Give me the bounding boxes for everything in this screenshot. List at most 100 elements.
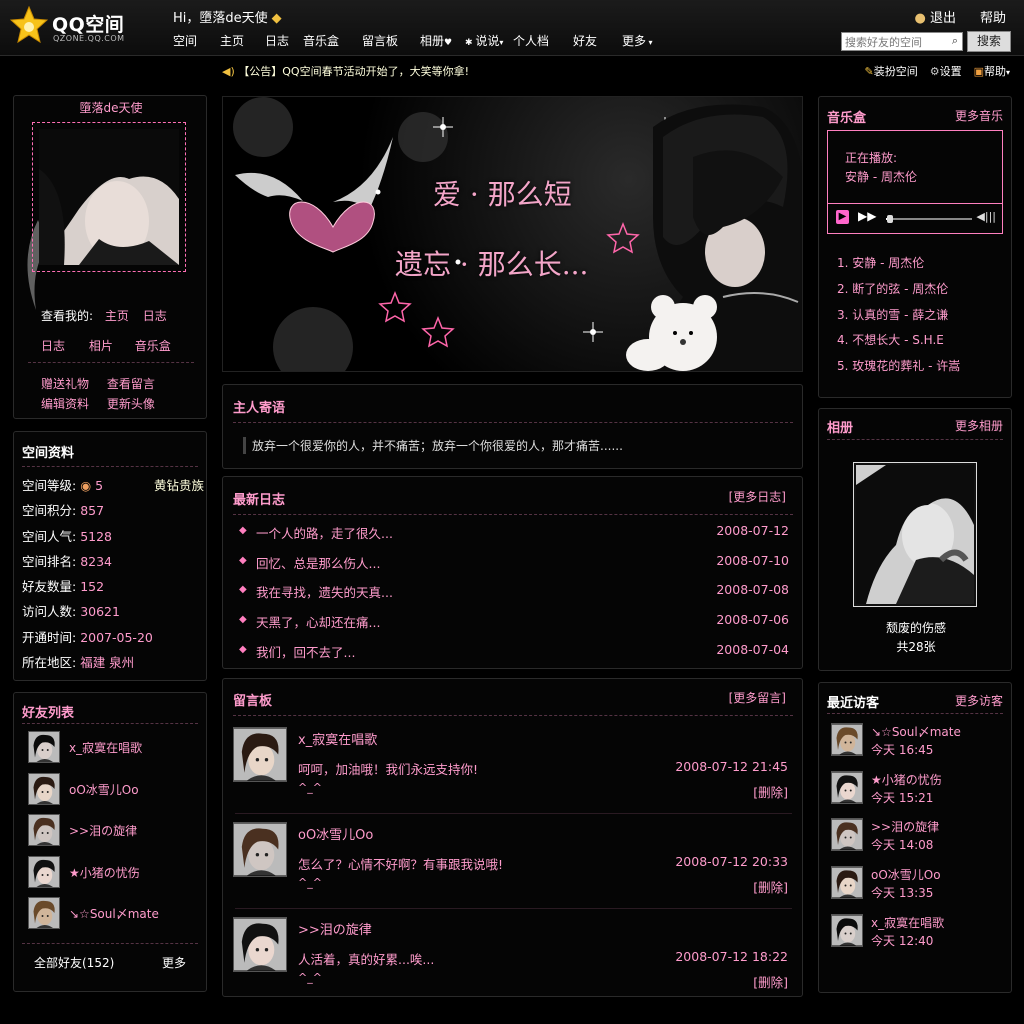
info-value: 5 [95, 478, 104, 493]
delete-button[interactable]: [删除] [753, 877, 788, 896]
visitor-item[interactable]: >>泪の旋律 今天 14:08 [831, 818, 1011, 866]
progress-knob[interactable] [887, 215, 894, 223]
view-guestbook-link[interactable]: 查看留言 [107, 377, 155, 391]
visitor-item[interactable]: x_寂寞在唱歌 今天 12:40 [831, 913, 1011, 962]
friend-avatar[interactable] [28, 897, 60, 929]
blog-item[interactable]: ◆ 我们，回不去了... 2008-07-04 [237, 642, 789, 672]
nav-item-album[interactable]: 相册♥ [420, 32, 465, 49]
friend-avatar[interactable] [28, 772, 60, 805]
more-visitors-link[interactable]: 更多访客 [955, 692, 1003, 709]
blog-item[interactable]: ◆ 我在寻找，遗失的天真... 2008-07-08 [237, 582, 789, 612]
search-input[interactable]: 搜索好友的空间 ⌕ [841, 32, 963, 51]
search-icon[interactable]: ⌕ [952, 34, 958, 48]
visitor-name[interactable]: oO冰雪儿Oo [871, 866, 941, 883]
profile-link-photos[interactable]: 相片 [89, 339, 113, 353]
friend-name[interactable]: x_寂寞在唱歌 [69, 739, 142, 756]
settings-link[interactable]: ⚙设置 [930, 63, 962, 79]
all-friends-link[interactable]: 全部好友(152) [34, 954, 114, 971]
guestbook-more-link[interactable]: [更多留言] [729, 689, 786, 706]
album-name[interactable]: 颓废的伤感 [819, 619, 1013, 636]
friends-more-link[interactable]: 更多 [162, 954, 186, 971]
playlist-item[interactable]: 4. 不想长大 - S.H.E [837, 328, 960, 354]
blog-title[interactable]: 一个人的路，走了很久... [256, 523, 393, 542]
announcement[interactable]: ◀) 【公告】QQ空间春节活动开始了，大笑等你拿! [222, 63, 469, 79]
play-button[interactable]: ▶ [836, 210, 849, 224]
guest-name[interactable]: x_寂寞在唱歌 [298, 729, 377, 748]
visitor-name[interactable]: x_寂寞在唱歌 [871, 914, 944, 931]
profile-link-music[interactable]: 音乐盒 [135, 339, 171, 353]
blog-title[interactable]: 我在寻找，遗失的天真... [256, 582, 393, 601]
blog-item[interactable]: ◆ 回忆、总是那么伤人... 2008-07-10 [237, 553, 789, 583]
guest-avatar[interactable] [233, 727, 287, 782]
friend-avatar[interactable] [28, 731, 60, 763]
qzone-logo[interactable]: QQ空间 QZONE.QQ.COM [10, 6, 150, 46]
search-button[interactable]: 搜索 [967, 31, 1011, 52]
visitor-item[interactable]: oO冰雪儿Oo 今天 13:35 [831, 866, 1011, 914]
friend-item[interactable]: oO冰雪儿Oo [28, 772, 203, 815]
profile-link-home[interactable]: 主页 [105, 309, 129, 323]
logout-link[interactable]: ● 退出 [914, 7, 956, 26]
delete-button[interactable]: [删除] [753, 782, 788, 801]
nav-item-home[interactable]: 主页 [220, 32, 265, 49]
visitor-avatar[interactable] [831, 913, 863, 947]
delete-button[interactable]: [删除] [753, 972, 788, 991]
blog-title[interactable]: 天黑了，心却还在痛... [256, 612, 380, 631]
friend-name[interactable]: ★小猪の忧伤 [69, 864, 140, 881]
guest-name[interactable]: >>泪の旋律 [298, 919, 372, 938]
nav-item-friends[interactable]: 好友 [573, 32, 622, 49]
blog-more-link[interactable]: [更多日志] [729, 488, 786, 505]
nav-item-blog[interactable]: 日志 [265, 32, 303, 49]
blog-title[interactable]: 我们，回不去了... [256, 642, 355, 661]
nav-item-guestbook[interactable]: 留言板 [362, 32, 420, 49]
blog-title[interactable]: 回忆、总是那么伤人... [256, 553, 380, 572]
dress-up-link[interactable]: ✎装扮空间 [864, 63, 917, 79]
visitor-item[interactable]: ★小猪の忧伤 今天 15:21 [831, 770, 1011, 819]
visitor-avatar[interactable] [831, 818, 863, 852]
edit-profile-link[interactable]: 编辑资料 [41, 397, 89, 411]
volume-icon[interactable]: ◀||| [976, 210, 996, 223]
guest-name[interactable]: oO冰雪儿Oo [298, 824, 373, 843]
nav-item-music[interactable]: 音乐盒 [303, 32, 362, 49]
next-button[interactable]: ▶▶ [858, 209, 876, 223]
more-music-link[interactable]: 更多音乐 [955, 107, 1003, 124]
friend-item[interactable]: >>泪の旋律 [28, 814, 203, 856]
album-cover[interactable] [853, 462, 977, 607]
vip-badge[interactable]: 黄钻贵族 [154, 473, 204, 498]
visitor-name[interactable]: ★小猪の忧伤 [871, 771, 942, 788]
friend-name[interactable]: ↘☆Soul〆mate [69, 905, 159, 922]
friend-name[interactable]: oO冰雪儿Oo [69, 781, 139, 798]
visitor-avatar[interactable] [831, 723, 863, 756]
playlist-item[interactable]: 1. 安静 - 周杰伦 [837, 251, 960, 277]
nav-item-more[interactable]: 更多 ▾ [622, 32, 672, 49]
friend-name[interactable]: >>泪の旋律 [69, 822, 137, 839]
help-menu[interactable]: ▣帮助▾ [974, 63, 1010, 79]
playlist-item[interactable]: 2. 断了的弦 - 周杰伦 [837, 277, 960, 303]
playlist-item[interactable]: 3. 认真的雪 - 薛之谦 [837, 303, 960, 329]
friend-item[interactable]: ↘☆Soul〆mate [28, 897, 203, 939]
nav-item-shuoshuo[interactable]: ✱ 说说▾ [465, 32, 513, 49]
friend-item[interactable]: ★小猪の忧伤 [28, 855, 203, 898]
nav-item-profile[interactable]: 个人档 [513, 32, 573, 49]
guest-avatar[interactable] [233, 917, 287, 972]
playlist-item[interactable]: 5. 玫瑰花的葬礼 - 许嵩 [837, 354, 960, 380]
help-link[interactable]: 帮助 [980, 7, 1006, 26]
visitor-avatar[interactable] [831, 770, 863, 804]
profile-link-blog2[interactable]: 日志 [41, 339, 65, 353]
more-albums-link[interactable]: 更多相册 [955, 417, 1003, 434]
blog-item[interactable]: ◆ 天黑了，心却还在痛... 2008-07-06 [237, 612, 789, 642]
avatar[interactable] [32, 122, 186, 272]
update-avatar-link[interactable]: 更新头像 [107, 397, 155, 411]
visitor-name[interactable]: >>泪の旋律 [871, 818, 939, 835]
friend-avatar[interactable] [28, 855, 60, 888]
progress-track[interactable] [886, 215, 972, 223]
visitor-item[interactable]: ↘☆Soul〆mate 今天 16:45 [831, 723, 1011, 771]
profile-link-blog[interactable]: 日志 [143, 309, 167, 323]
visitor-name[interactable]: ↘☆Soul〆mate [871, 723, 961, 740]
guest-avatar[interactable] [233, 822, 287, 877]
friend-avatar[interactable] [28, 814, 60, 846]
blog-item[interactable]: ◆ 一个人的路，走了很久... 2008-07-12 [237, 523, 789, 553]
nav-item-space[interactable]: 空间 [173, 32, 220, 49]
visitor-avatar[interactable] [831, 866, 863, 900]
send-gift-link[interactable]: 赠送礼物 [41, 377, 89, 391]
friend-item[interactable]: x_寂寞在唱歌 [28, 731, 203, 773]
